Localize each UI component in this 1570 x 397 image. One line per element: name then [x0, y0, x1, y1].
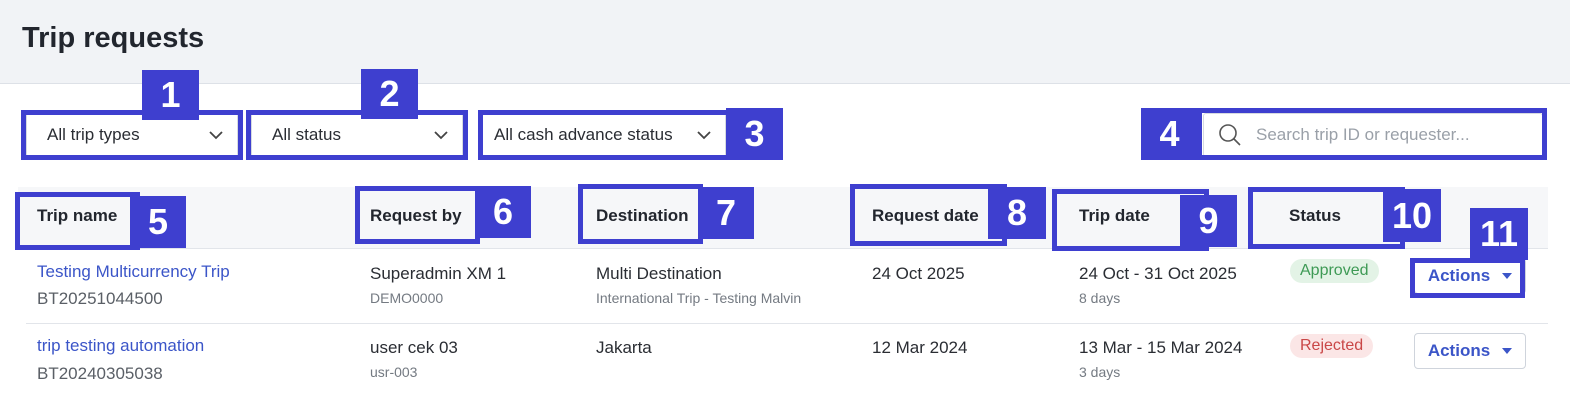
- annotation-label-5: 5: [130, 196, 186, 248]
- trip-duration: 3 days: [1079, 364, 1121, 380]
- annotation-box-8: [850, 184, 1007, 246]
- annotation-box-11: [1410, 258, 1525, 298]
- requester-id: usr-003: [370, 364, 418, 380]
- requester-id: DEMO0000: [370, 290, 444, 306]
- trip-id: BT20240305038: [37, 364, 163, 383]
- trip-name-link[interactable]: Testing Multicurrency Trip: [37, 262, 230, 282]
- actions-button[interactable]: Actions: [1414, 333, 1526, 369]
- destination: Jakarta: [596, 338, 652, 357]
- annotation-label-1: 1: [142, 70, 199, 120]
- request-date: 12 Mar 2024: [872, 338, 968, 357]
- trip-date: 13 Mar - 15 Mar 2024: [1079, 338, 1243, 357]
- annotation-label-4: 4: [1141, 108, 1198, 160]
- destination: Multi Destination: [596, 264, 722, 283]
- actions-button-label: Actions: [1427, 341, 1491, 360]
- annotation-label-7: 7: [698, 187, 754, 239]
- annotation-label-6: 6: [475, 186, 531, 238]
- annotation-label-10: 10: [1383, 189, 1441, 242]
- annotation-label-3: 3: [726, 108, 783, 160]
- annotation-box-1: [21, 110, 243, 160]
- status-badge: Approved: [1290, 259, 1379, 283]
- annotation-label-9: 9: [1180, 195, 1237, 247]
- status-badge: Rejected: [1290, 334, 1374, 358]
- trip-date: 24 Oct - 31 Oct 2025: [1079, 264, 1237, 283]
- request-date: 24 Oct 2025: [872, 264, 965, 283]
- annotation-box-10: [1248, 187, 1405, 249]
- annotation-box-4: [1197, 108, 1547, 160]
- row-divider: [26, 323, 1548, 324]
- annotation-label-8: 8: [988, 187, 1046, 239]
- caret-down-icon: [1502, 348, 1513, 354]
- page-header: Trip requests: [0, 0, 1570, 84]
- page-title: Trip requests: [22, 22, 205, 54]
- annotation-box-5: [15, 192, 140, 250]
- annotation-box-3: [478, 110, 732, 160]
- annotation-box-2: [246, 110, 468, 160]
- annotation-box-6: [355, 186, 480, 244]
- requester-name: Superadmin XM 1: [370, 264, 507, 283]
- annotation-label-11: 11: [1470, 208, 1528, 260]
- annotation-label-2: 2: [361, 69, 418, 119]
- requester-name: user cek 03: [370, 338, 458, 357]
- trip-id: BT20251044500: [37, 289, 163, 308]
- trip-name-link[interactable]: trip testing automation: [37, 336, 204, 356]
- annotation-box-7: [578, 184, 703, 244]
- destination-detail: International Trip - Testing Malvin: [596, 290, 802, 306]
- trip-duration: 8 days: [1079, 290, 1121, 306]
